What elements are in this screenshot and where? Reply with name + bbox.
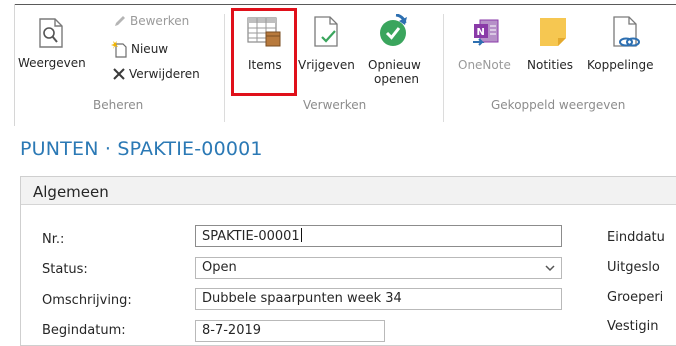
weergeven-label: Weergeven xyxy=(18,56,86,70)
status-select[interactable]: Open xyxy=(195,257,562,279)
ribbon-left-border xyxy=(14,4,15,126)
verwijderen-label: Verwijderen xyxy=(129,67,200,81)
vrijgeven-button[interactable]: Vrijgeven xyxy=(298,12,355,88)
uitgesloten-label: Uitgeslo xyxy=(607,260,660,275)
onenote-label: OneNote xyxy=(458,58,511,72)
vestiging-label: Vestigin xyxy=(607,319,659,334)
nr-label: Nr.: xyxy=(42,232,65,247)
card-header[interactable] xyxy=(21,177,676,205)
omschrijving-field[interactable]: Dubbele spaarpunten week 34 xyxy=(195,288,562,310)
card-header-title: Algemeen xyxy=(33,183,109,201)
text-cursor xyxy=(300,228,302,242)
link-document-icon xyxy=(613,16,640,47)
bewerken-label: Bewerken xyxy=(130,14,190,28)
chevron-down-icon xyxy=(545,265,555,272)
new-document-icon xyxy=(111,41,127,58)
omschrijving-value: Dubbele spaarpunten week 34 xyxy=(202,291,402,306)
vrijgeven-label: Vrijgeven xyxy=(298,58,355,72)
opnieuw-label-line1: Opnieuw xyxy=(368,58,421,72)
nr-field[interactable]: SPAKTIE-00001 xyxy=(195,225,562,247)
pencil-icon xyxy=(115,16,125,26)
notities-label: Notities xyxy=(527,58,574,72)
weergeven-button[interactable]: Weergeven xyxy=(18,12,86,88)
highlight-box xyxy=(231,8,297,96)
omschrijving-label: Omschrijving: xyxy=(42,293,132,308)
page-title: PUNTEN · SPAKTIE-00001 xyxy=(20,138,263,160)
onenote-icon: N xyxy=(473,19,499,46)
onenote-button[interactable]: N OneNote xyxy=(456,12,518,88)
group-label-beheren: Beheren xyxy=(93,98,144,112)
notities-button[interactable]: Notities xyxy=(524,12,584,88)
group-label-verwerken: Verwerken xyxy=(303,98,367,112)
note-icon xyxy=(540,18,566,46)
status-label: Status: xyxy=(42,262,88,277)
koppelingen-button[interactable]: Koppelinge xyxy=(587,12,676,88)
nieuw-label: Nieuw xyxy=(131,42,169,56)
reopen-icon xyxy=(380,14,407,46)
verwijderen-button[interactable]: Verwijderen xyxy=(112,67,200,81)
svg-text:N: N xyxy=(477,27,485,38)
opnieuw-label-line2: openen xyxy=(374,72,419,86)
group-label-gekoppeld: Gekoppeld weergeven xyxy=(491,98,626,112)
bewerken-button[interactable]: Bewerken xyxy=(113,14,189,28)
groepering-label: Groeperi xyxy=(607,290,664,305)
ribbon-separator xyxy=(443,14,444,122)
begindatum-field[interactable]: 8-7-2019 xyxy=(195,320,385,342)
ribbon-top-border xyxy=(14,4,676,5)
koppelingen-label: Koppelinge xyxy=(587,58,654,72)
view-document-icon xyxy=(39,18,63,48)
delete-x-icon xyxy=(113,68,125,80)
einddatum-label: Einddatu xyxy=(607,230,665,245)
nieuw-button[interactable]: Nieuw xyxy=(110,40,168,58)
nr-value: SPAKTIE-00001 xyxy=(202,229,300,244)
opnieuw-openen-button[interactable]: Opnieuw openen xyxy=(364,10,422,94)
release-document-icon xyxy=(314,16,338,47)
status-value: Open xyxy=(202,260,237,275)
ribbon-separator xyxy=(224,14,225,122)
